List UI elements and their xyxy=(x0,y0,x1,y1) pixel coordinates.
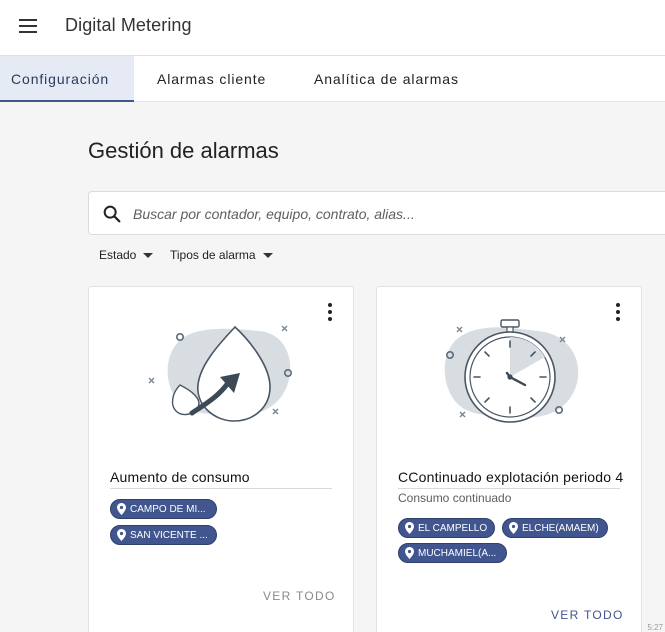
location-chip[interactable]: MUCHAMIEL(A... xyxy=(398,543,507,563)
location-chip[interactable]: EL CAMPELLO xyxy=(398,518,495,538)
more-vert-icon[interactable] xyxy=(612,303,624,321)
location-pin-icon xyxy=(117,503,126,515)
location-chip[interactable]: SAN VICENTE ... xyxy=(110,525,217,545)
ver-todo-button[interactable]: VER TODO xyxy=(263,589,336,603)
corner-text: 5:27 xyxy=(647,623,663,632)
chip-label: EL CAMPELLO xyxy=(418,522,488,534)
tab-alarmas-cliente[interactable]: Alarmas cliente xyxy=(146,56,277,102)
card-divider xyxy=(398,488,620,489)
app-title: Digital Metering xyxy=(65,15,192,35)
app-bar: Digital Metering xyxy=(0,0,665,56)
location-chip[interactable]: ELCHE(AMAEM) xyxy=(502,518,608,538)
page-title: Gestión de alarmas xyxy=(88,138,279,163)
filter-estado[interactable]: Estado xyxy=(99,245,154,265)
tab-bar: Configuración Alarmas cliente Analítica … xyxy=(0,56,665,102)
chip-label: CAMPO DE MI... xyxy=(130,503,206,515)
location-pin-icon xyxy=(117,529,126,541)
location-pin-icon xyxy=(405,522,414,534)
card-title: CContinuado explotación periodo 4 xyxy=(398,469,624,485)
menu-icon[interactable] xyxy=(12,12,44,40)
chip-label: SAN VICENTE ... xyxy=(130,529,208,541)
card-divider xyxy=(110,488,332,489)
location-pin-icon xyxy=(405,547,414,559)
alarm-card[interactable]: CContinuado explotación periodo 4 Consum… xyxy=(376,286,642,632)
search-input[interactable] xyxy=(133,200,653,228)
filter-estado-label: Estado xyxy=(99,248,137,262)
more-vert-icon[interactable] xyxy=(324,303,336,321)
location-chip[interactable]: CAMPO DE MI... xyxy=(110,499,217,519)
alarm-card[interactable]: Aumento de consumo CAMPO DE MI... SAN VI… xyxy=(88,286,354,632)
chip-label: MUCHAMIEL(A... xyxy=(418,547,497,559)
tab-analitica-de-alarmas[interactable]: Analítica de alarmas xyxy=(303,56,470,102)
search-bar xyxy=(88,191,665,235)
filter-tipos-label: Tipos de alarma xyxy=(170,248,256,262)
location-pin-icon xyxy=(509,522,518,534)
chip-label: ELCHE(AMAEM) xyxy=(522,522,599,534)
card-title: Aumento de consumo xyxy=(110,469,250,485)
filter-tipos-de-alarma[interactable]: Tipos de alarma xyxy=(170,245,273,265)
stopwatch-icon xyxy=(444,319,579,423)
card-subtitle: Consumo continuado xyxy=(398,491,512,505)
caret-down-icon xyxy=(262,252,273,258)
ver-todo-button[interactable]: VER TODO xyxy=(551,608,624,622)
tab-configuracion[interactable]: Configuración xyxy=(0,56,134,102)
water-drop-increase-icon xyxy=(148,325,293,422)
caret-down-icon xyxy=(143,252,154,258)
search-icon xyxy=(103,205,121,223)
